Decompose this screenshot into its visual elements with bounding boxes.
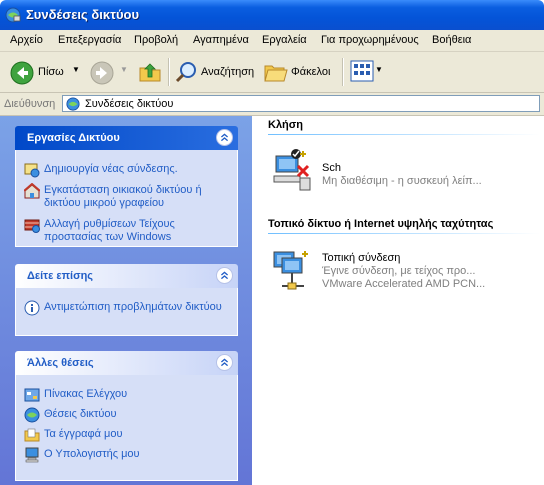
see-also-panel: Δείτε επίσης Αντιμετώπιση προβλημάτων δι… bbox=[15, 264, 238, 336]
search-icon bbox=[175, 62, 196, 83]
forward-button[interactable]: ▼ bbox=[88, 56, 132, 88]
dialup-connection-icon bbox=[273, 149, 311, 191]
forward-arrow-icon bbox=[90, 61, 114, 85]
task-label: Θέσεις δικτύου bbox=[44, 408, 117, 420]
task-new-connection[interactable]: Δημιουργία νέας σύνδεσης. bbox=[24, 162, 234, 178]
my-computer-icon bbox=[25, 447, 39, 463]
network-places-icon bbox=[24, 407, 40, 423]
folders-icon bbox=[264, 65, 288, 82]
control-panel-icon bbox=[24, 388, 40, 402]
menu-view[interactable]: Προβολή bbox=[134, 34, 178, 46]
folders-label: Φάκελοι bbox=[291, 66, 331, 78]
group-divider bbox=[268, 233, 540, 234]
views-button[interactable]: ▼ bbox=[348, 58, 384, 86]
network-connections-icon bbox=[5, 7, 21, 23]
task-label: Αλλαγή ρυθμίσεων Τείχους προστασίας των … bbox=[44, 218, 175, 243]
task-home-network[interactable]: Εγκατάσταση οικιακού δικτύου ή δικτύου μ… bbox=[24, 183, 234, 211]
address-label: Διεύθυνση bbox=[4, 98, 56, 110]
group-title-lan: Τοπικό δίκτυο ή Internet υψηλής ταχύτητα… bbox=[268, 218, 494, 230]
network-tasks-header[interactable]: Εργασίες Δικτύου bbox=[15, 126, 238, 150]
see-also-header[interactable]: Δείτε επίσης bbox=[15, 264, 238, 288]
panel-title: Δείτε επίσης bbox=[27, 270, 94, 282]
task-troubleshoot[interactable]: Αντιμετώπιση προβλημάτων δικτύου bbox=[24, 300, 234, 328]
connection-device: VMware Accelerated AMD PCN... bbox=[322, 278, 486, 290]
task-label: Δημιουργία νέας σύνδεσης. bbox=[44, 163, 178, 175]
other-places-panel: Άλλες θέσεις Πίνακας Ελέγχου Θέσεις δικτ… bbox=[15, 351, 238, 481]
menu-bar: Αρχείο Επεξεργασία Προβολή Αγαπημένα Εργ… bbox=[0, 30, 544, 52]
info-icon bbox=[24, 300, 40, 316]
connection-status: Έγινε σύνδεση, με τείχος προ... bbox=[322, 265, 476, 277]
views-dropdown-icon: ▼ bbox=[375, 65, 383, 74]
address-field[interactable]: Συνδέσεις δικτύου bbox=[62, 95, 540, 112]
connection-name: Τοπική σύνδεση bbox=[322, 252, 401, 264]
back-dropdown-icon[interactable]: ▼ bbox=[72, 65, 80, 74]
task-firewall-settings[interactable]: Αλλαγή ρυθμίσεων Τείχους προστασίας των … bbox=[24, 217, 234, 245]
place-my-documents[interactable]: Τα έγγραφά μου bbox=[24, 427, 234, 443]
new-connection-icon bbox=[24, 163, 40, 178]
task-pane: Εργασίες Δικτύου Δημιουργία νέας σύνδεση… bbox=[0, 116, 252, 485]
address-bar: Διεύθυνση Συνδέσεις δικτύου bbox=[0, 93, 544, 116]
home-network-icon bbox=[24, 183, 40, 199]
my-documents-icon bbox=[24, 428, 40, 442]
connection-status: Μη διαθέσιμη - η συσκευή λείπ... bbox=[322, 175, 482, 187]
search-label: Αναζήτηση bbox=[201, 66, 255, 78]
panel-body: Πίνακας Ελέγχου Θέσεις δικτύου Τα έγγραφ… bbox=[15, 375, 238, 481]
views-icon bbox=[350, 60, 374, 82]
back-arrow-icon bbox=[10, 61, 34, 85]
forward-dropdown-icon[interactable]: ▼ bbox=[120, 65, 128, 74]
place-control-panel[interactable]: Πίνακας Ελέγχου bbox=[24, 387, 234, 403]
place-network-places[interactable]: Θέσεις δικτύου bbox=[24, 407, 234, 423]
panel-title: Εργασίες Δικτύου bbox=[27, 132, 120, 144]
menu-advanced[interactable]: Για προχωρημένους bbox=[321, 34, 419, 46]
connection-sch[interactable]: Sch Μη διαθέσιμη - η συσκευή λείπ... bbox=[252, 144, 544, 198]
group-divider bbox=[268, 134, 540, 135]
menu-favorites[interactable]: Αγαπημένα bbox=[193, 34, 249, 46]
up-folder-icon[interactable] bbox=[138, 60, 162, 84]
panel-body: Αντιμετώπιση προβλημάτων δικτύου bbox=[15, 288, 238, 336]
menu-file[interactable]: Αρχείο bbox=[10, 34, 43, 46]
panel-title: Άλλες θέσεις bbox=[27, 357, 94, 369]
task-label: Πίνακας Ελέγχου bbox=[44, 388, 128, 400]
task-label: Αντιμετώπιση προβλημάτων δικτύου bbox=[44, 301, 222, 313]
lan-connection-icon bbox=[273, 251, 308, 290]
network-tasks-panel: Εργασίες Δικτύου Δημιουργία νέας σύνδεση… bbox=[15, 126, 238, 247]
firewall-icon bbox=[24, 219, 40, 233]
task-label: Τα έγγραφά μου bbox=[44, 428, 123, 440]
panel-body: Δημιουργία νέας σύνδεσης. Εγκατάσταση οι… bbox=[15, 150, 238, 247]
search-button[interactable]: Αναζήτηση bbox=[172, 56, 258, 88]
menu-help[interactable]: Βοήθεια bbox=[432, 34, 471, 46]
place-my-computer[interactable]: Ο Υπολογιστής μου bbox=[24, 447, 234, 463]
toolbar: Πίσω ▼ ▼ Αναζήτηση Φάκελοι ▼ bbox=[0, 52, 544, 93]
connection-local-area[interactable]: Τοπική σύνδεση Έγινε σύνδεση, με τείχος … bbox=[252, 244, 544, 300]
window-title: Συνδέσεις δικτύου bbox=[26, 7, 140, 22]
collapse-chevron-icon[interactable] bbox=[216, 267, 233, 284]
collapse-chevron-icon[interactable] bbox=[216, 129, 233, 146]
title-bar[interactable]: Συνδέσεις δικτύου bbox=[0, 0, 544, 30]
folders-button[interactable]: Φάκελοι bbox=[262, 56, 336, 88]
content-pane: Κλήση Sch Μη διαθέσιμη - η συσκευή λείπ.… bbox=[252, 116, 544, 485]
menu-edit[interactable]: Επεξεργασία bbox=[58, 34, 121, 46]
back-label: Πίσω bbox=[38, 66, 64, 78]
connection-name: Sch bbox=[322, 162, 341, 174]
menu-tools[interactable]: Εργαλεία bbox=[262, 34, 307, 46]
other-places-header[interactable]: Άλλες θέσεις bbox=[15, 351, 238, 375]
network-connections-icon bbox=[66, 97, 80, 111]
group-title-dialup: Κλήση bbox=[268, 119, 304, 131]
task-label: Ο Υπολογιστής μου bbox=[44, 448, 140, 460]
back-button[interactable]: Πίσω ▼ bbox=[4, 56, 88, 88]
collapse-chevron-icon[interactable] bbox=[216, 354, 233, 371]
address-value: Συνδέσεις δικτύου bbox=[85, 98, 174, 110]
task-label: Εγκατάσταση οικιακού δικτύου ή δικτύου μ… bbox=[44, 184, 202, 209]
